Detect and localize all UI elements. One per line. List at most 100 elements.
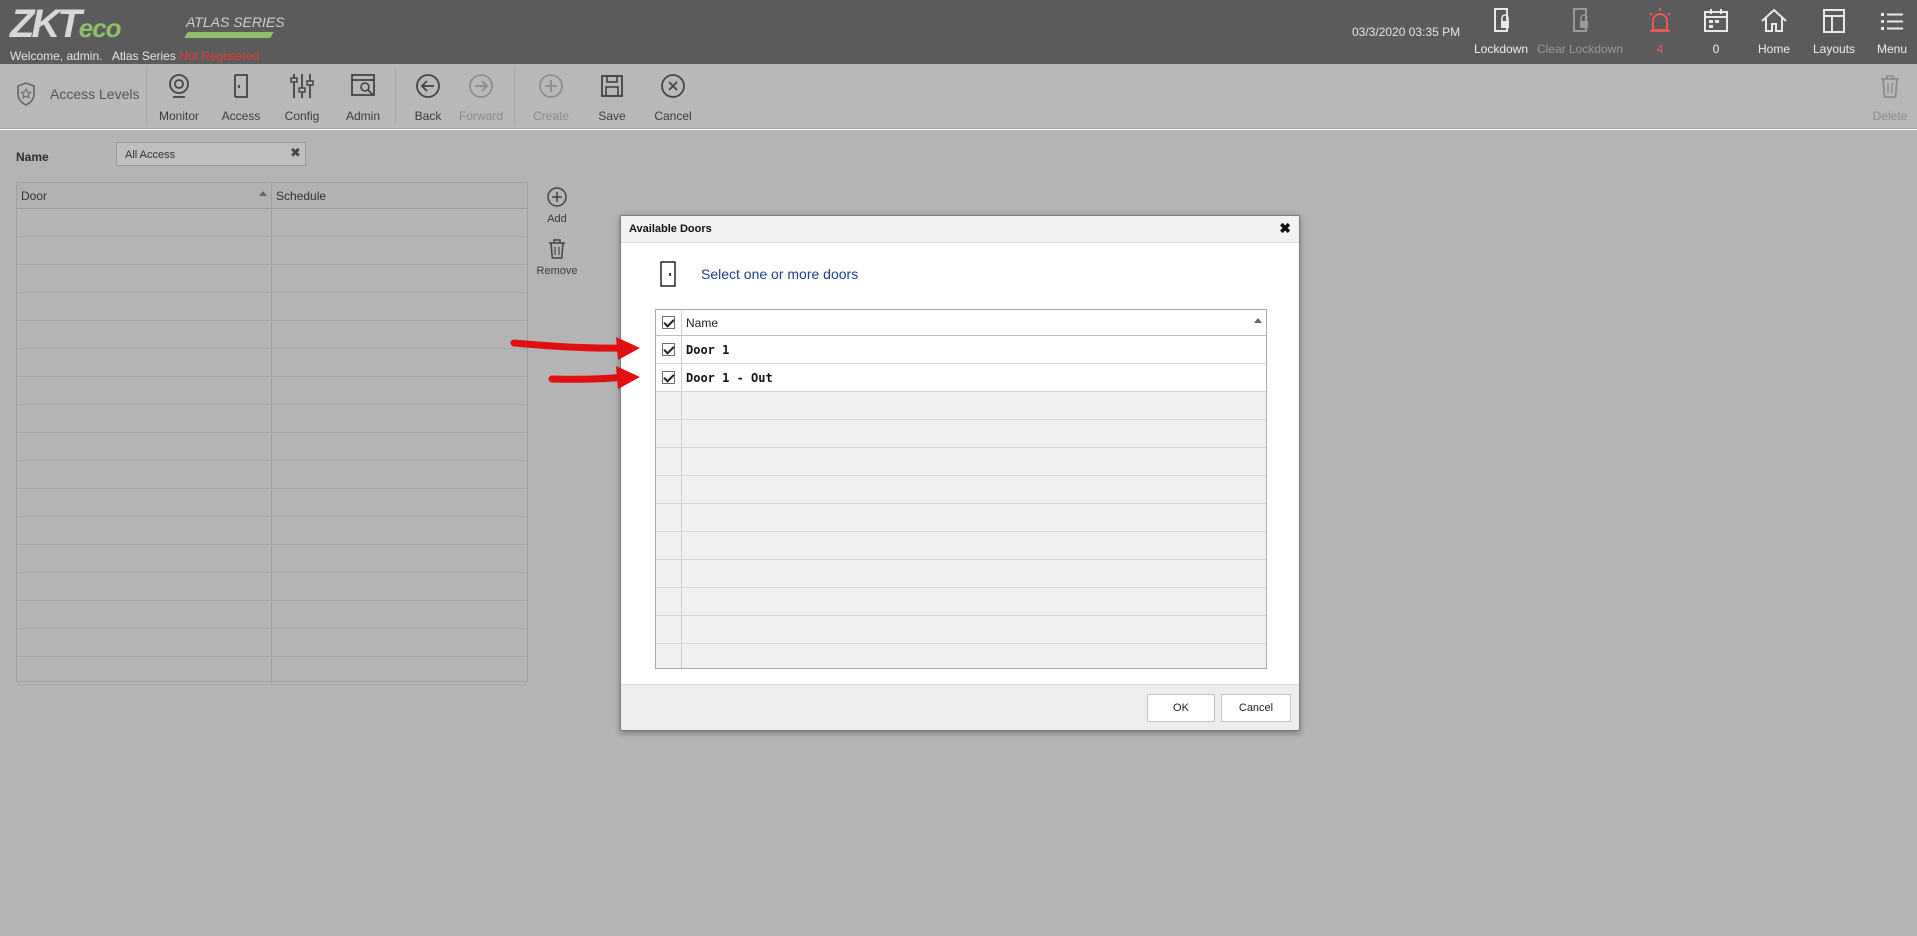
- trash-icon: [549, 239, 565, 259]
- admin-button[interactable]: Admin: [333, 72, 393, 123]
- dialog-instruction: Select one or more doors: [659, 260, 858, 288]
- grid-empty-row: [17, 489, 527, 517]
- door-empty-row: [656, 532, 1266, 560]
- grid-empty-row: [17, 573, 527, 601]
- sort-ascending-icon: [259, 191, 267, 196]
- page-title: Access Levels: [50, 86, 140, 102]
- menu-icon: [1881, 13, 1903, 30]
- grid-cell: [272, 629, 527, 656]
- select-all-checkbox-cell[interactable]: [656, 310, 682, 335]
- grid-cell: [656, 588, 682, 615]
- save-icon: [601, 75, 623, 97]
- top-header: ZKTeco ATLAS SERIES Welcome, admin. Atla…: [0, 0, 1917, 64]
- grid-cell: [272, 293, 527, 320]
- name-input[interactable]: All Access: [116, 142, 306, 166]
- grid-cell: [17, 293, 272, 320]
- grid-cell: [17, 545, 272, 572]
- door-checkbox[interactable]: [662, 343, 675, 356]
- create-button[interactable]: Create: [521, 72, 581, 123]
- remove-door-button[interactable]: Remove: [527, 238, 587, 277]
- grid-cell: [682, 420, 1266, 447]
- atlas-series-badge: ATLAS SERIES: [186, 14, 285, 30]
- door-empty-row: [656, 616, 1266, 644]
- grid-cell: [17, 237, 272, 264]
- grid-empty-row: [17, 629, 527, 657]
- grid-cell: [272, 489, 527, 516]
- door-row[interactable]: Door 1: [656, 336, 1266, 364]
- dialog-close-icon[interactable]: ✖: [1279, 220, 1291, 237]
- grid-cell: [17, 321, 272, 348]
- grid-body: [17, 209, 527, 685]
- events-count: 0: [1712, 42, 1720, 56]
- access-button[interactable]: Access: [211, 72, 271, 123]
- doors-grid-body: Door 1 Door 1 - Out: [656, 336, 1266, 668]
- lock-door-icon: [1494, 8, 1509, 32]
- grid-cell: [17, 209, 272, 236]
- menu-button[interactable]: Menu: [1870, 6, 1914, 58]
- cancel-button[interactable]: Cancel: [643, 72, 703, 123]
- dialog-cancel-button[interactable]: Cancel: [1221, 694, 1291, 722]
- grid-cell: [17, 349, 272, 376]
- grid-cell: [682, 588, 1266, 615]
- grid-cell: [682, 644, 1266, 668]
- column-header-name[interactable]: Name: [682, 310, 1266, 335]
- grid-cell: [17, 265, 272, 292]
- grid-cell: [682, 616, 1266, 643]
- layouts-button[interactable]: Layouts: [1810, 6, 1858, 58]
- layout-icon: [1823, 9, 1845, 33]
- column-header-schedule[interactable]: Schedule: [272, 183, 527, 208]
- door-empty-row: [656, 420, 1266, 448]
- ok-button[interactable]: OK: [1147, 694, 1215, 722]
- grid-cell: [682, 476, 1266, 503]
- config-button[interactable]: Config: [272, 72, 332, 123]
- grid-cell: [272, 601, 527, 628]
- main-toolbar: Access Levels Monitor Access Config Admi…: [0, 64, 1917, 129]
- dialog-footer: OK Cancel: [621, 684, 1299, 730]
- atlas-series-underline: [184, 32, 274, 38]
- registration-status: Not Registered: [179, 49, 260, 63]
- door-checkbox-cell[interactable]: [656, 364, 682, 391]
- shield-star-icon: [17, 82, 35, 106]
- clear-name-icon[interactable]: ✖: [290, 146, 301, 161]
- grid-empty-row: [17, 405, 527, 433]
- home-button[interactable]: Home: [1752, 6, 1796, 58]
- grid-empty-row: [17, 349, 527, 377]
- select-all-checkbox[interactable]: [662, 316, 675, 329]
- grid-cell: [656, 448, 682, 475]
- add-door-button[interactable]: Add: [527, 186, 587, 225]
- grid-empty-row: [17, 321, 527, 349]
- lockdown-button[interactable]: Lockdown: [1466, 6, 1536, 58]
- door-row[interactable]: Door 1 - Out: [656, 364, 1266, 392]
- grid-cell: [17, 489, 272, 516]
- grid-cell: [682, 392, 1266, 419]
- door-empty-row: [656, 560, 1266, 588]
- grid-cell: [656, 644, 682, 668]
- door-empty-row: [656, 448, 1266, 476]
- unlock-door-icon: [1573, 8, 1588, 32]
- cancel-icon: [661, 74, 685, 98]
- forward-button[interactable]: Forward: [451, 72, 511, 123]
- grid-cell: [17, 657, 272, 684]
- events-button[interactable]: 0: [1694, 6, 1738, 58]
- alarm-icon: [1649, 8, 1671, 32]
- grid-cell: [272, 265, 527, 292]
- grid-cell: [17, 517, 272, 544]
- grid-cell: [17, 573, 272, 600]
- grid-cell: [682, 504, 1266, 531]
- grid-cell: [656, 560, 682, 587]
- grid-cell: [682, 532, 1266, 559]
- grid-cell: [656, 392, 682, 419]
- grid-cell: [272, 377, 527, 404]
- grid-cell: [272, 405, 527, 432]
- back-button[interactable]: Back: [398, 72, 458, 123]
- monitor-button[interactable]: Monitor: [149, 72, 209, 123]
- delete-button[interactable]: Delete: [1860, 72, 1917, 123]
- grid-empty-row: [17, 545, 527, 573]
- column-header-door[interactable]: Door: [17, 183, 272, 208]
- clear-lockdown-button[interactable]: Clear Lockdown: [1536, 6, 1624, 58]
- grid-cell: [272, 349, 527, 376]
- alarm-button[interactable]: 4: [1638, 6, 1682, 58]
- door-checkbox-cell[interactable]: [656, 336, 682, 363]
- door-checkbox[interactable]: [662, 371, 675, 384]
- save-button[interactable]: Save: [582, 72, 642, 123]
